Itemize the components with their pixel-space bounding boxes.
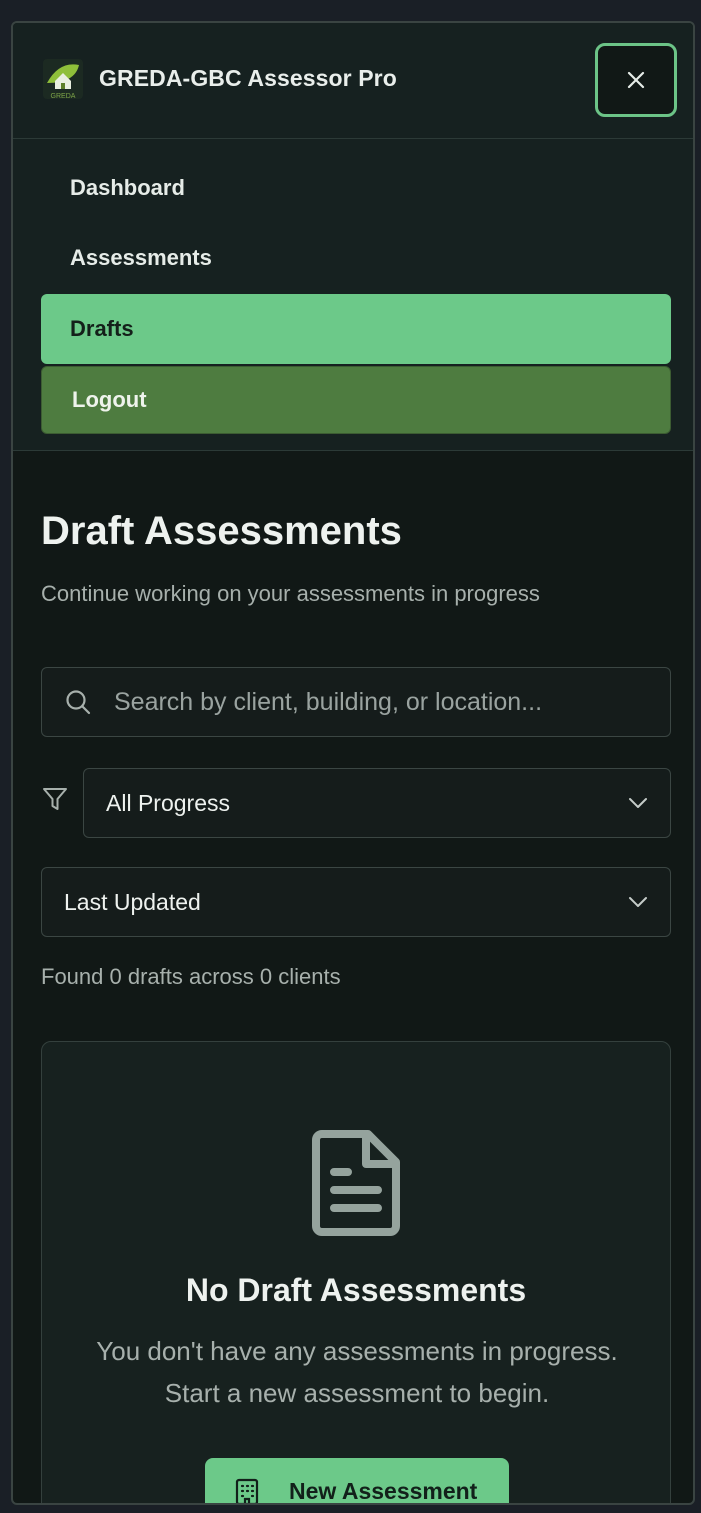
chevron-down-icon [629, 897, 647, 907]
logout-button[interactable]: Logout [41, 366, 671, 434]
document-icon [312, 1130, 400, 1236]
sort-select[interactable]: Last Updated [41, 867, 671, 937]
svg-text:GREDA: GREDA [51, 93, 76, 100]
empty-state-text: You don't have any assessments in progre… [96, 1336, 618, 1408]
search-icon [66, 690, 91, 715]
greda-logo: GREDA [43, 59, 83, 100]
close-icon [627, 71, 645, 89]
new-assessment-label: New Assessment [289, 1478, 478, 1504]
empty-state-card: No Draft Assessments You don't have any … [41, 1041, 671, 1504]
search-input[interactable] [114, 687, 654, 717]
chevron-down-icon [629, 798, 647, 808]
progress-filter-value: All Progress [106, 789, 230, 816]
app-header: GREDA GREDA-GBC Assessor Pro [13, 23, 693, 139]
filter-icon [43, 788, 67, 810]
close-menu-button[interactable] [595, 43, 677, 117]
nav-item-dashboard[interactable]: Dashboard [41, 153, 671, 223]
main-nav: Dashboard Assessments Drafts Logout [13, 139, 693, 451]
nav-item-assessments[interactable]: Assessments [41, 223, 671, 293]
app-window: GREDA GREDA-GBC Assessor Pro Dashboard A… [11, 21, 695, 1505]
search-box [41, 667, 671, 737]
progress-filter-select[interactable]: All Progress [83, 768, 671, 838]
nav-item-drafts[interactable]: Drafts [41, 294, 671, 364]
page-title: Draft Assessments [41, 509, 402, 553]
page-subtitle: Continue working on your assessments in … [41, 581, 540, 606]
new-assessment-button[interactable]: New Assessment [205, 1458, 509, 1504]
results-summary: Found 0 drafts across 0 clients [41, 964, 341, 989]
empty-state-title: No Draft Assessments [185, 1272, 527, 1308]
app-title: GREDA-GBC Assessor Pro [99, 65, 397, 91]
sort-value: Last Updated [64, 888, 201, 915]
building-icon [235, 1478, 259, 1503]
